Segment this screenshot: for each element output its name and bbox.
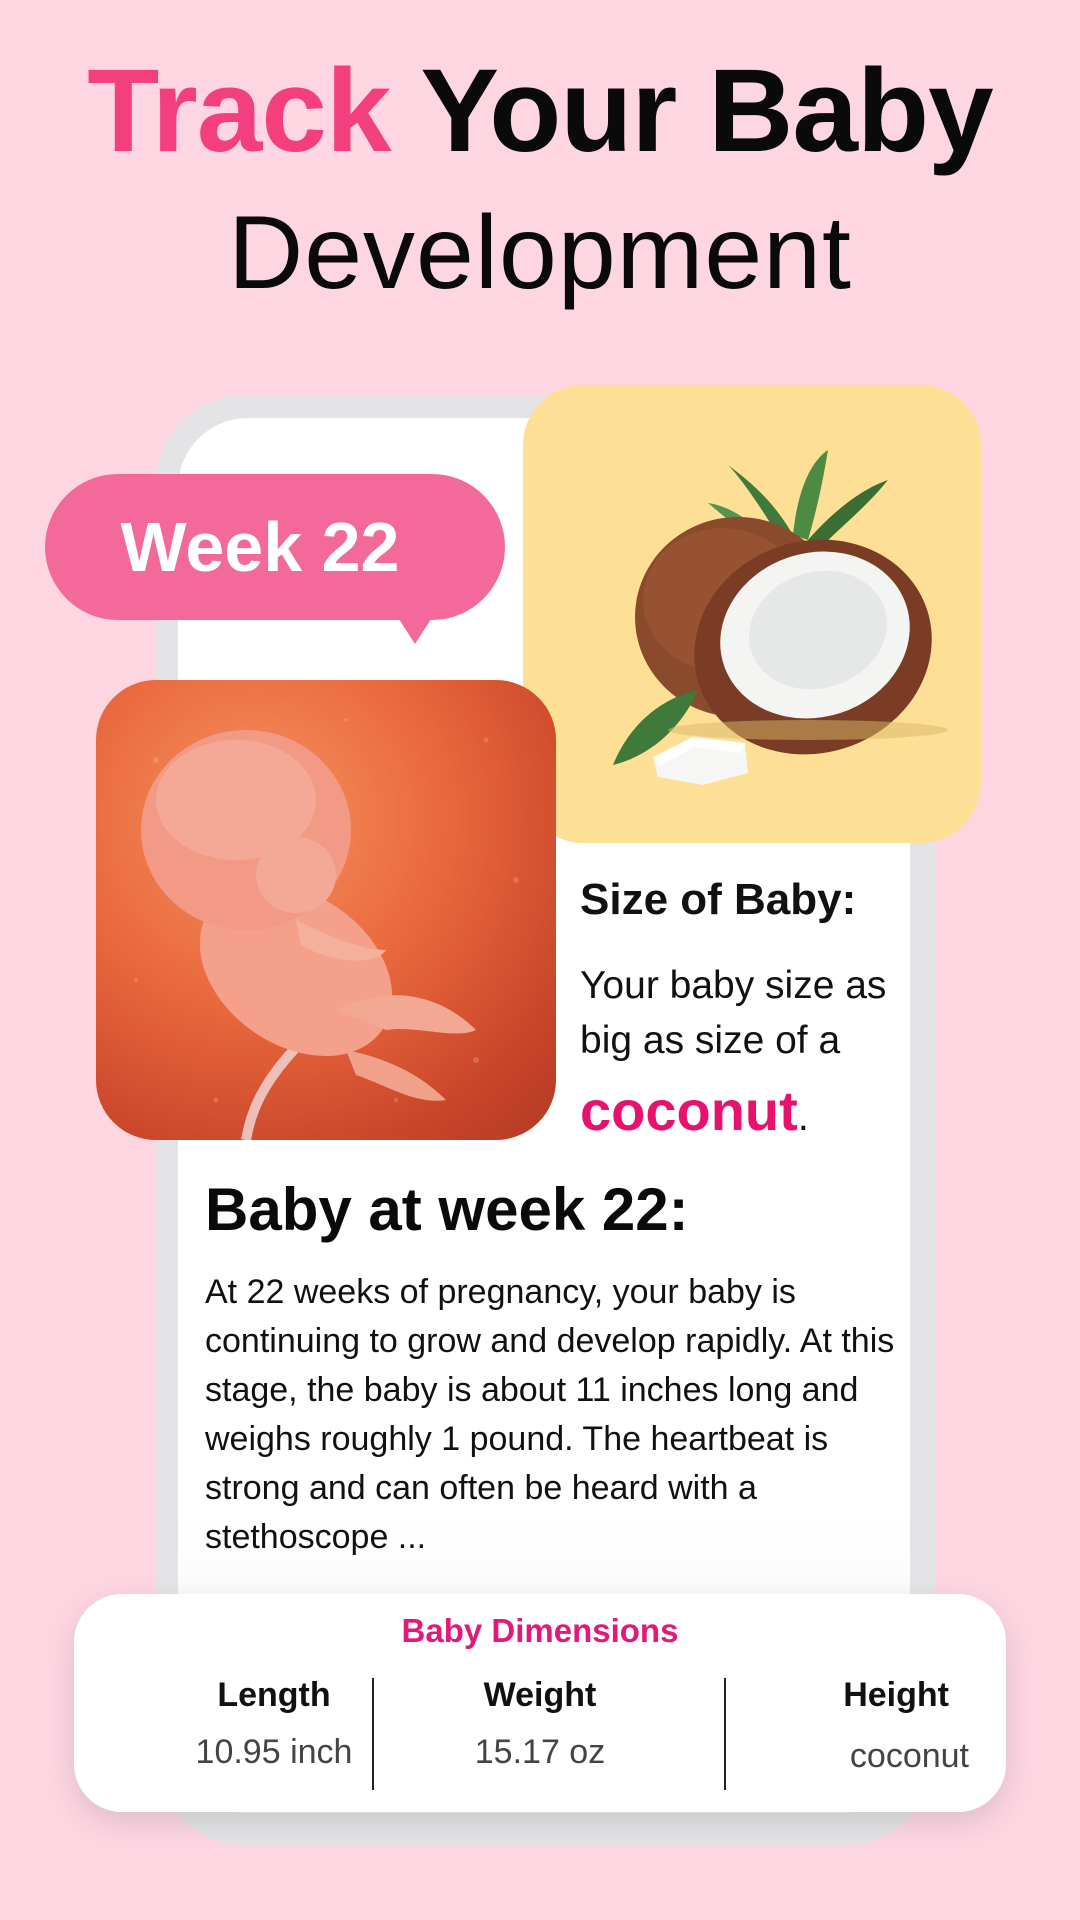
dimension-value: coconut [849,1737,969,1775]
headline: Track Your Baby Development [0,40,1080,317]
divider [372,1678,374,1790]
fetus-illustration-icon [134,718,519,1140]
dimension-label: Weight [483,1676,597,1714]
size-fruit-line: coconut. [580,1078,809,1143]
dimension-weight: Weight 15.17 oz [400,1676,680,1772]
size-fruit: coconut [580,1079,798,1142]
week-badge-tail [397,616,433,644]
divider [724,1678,726,1790]
dimension-label: Height [843,1676,949,1714]
headline-rest: Your Baby [420,45,993,177]
week-label: Week 22 [120,508,400,586]
headline-accent-word: Track [87,45,391,177]
article-body: At 22 weeks of pregnancy, your baby is c… [205,1273,895,1556]
baby-image [96,680,556,1140]
dimensions-card: Baby Dimensions Length 10.95 inch Weight… [74,1594,1006,1812]
dimensions-title: Baby Dimensions [401,1612,679,1649]
size-description: Your baby size as big as size of a [580,964,887,1062]
headline-line-1: Track Your Baby [0,40,1080,184]
week-badge: Week 22 [45,474,505,644]
article-title: Baby at week 22: [205,1176,689,1243]
dimension-value: 15.17 oz [474,1733,606,1771]
coconut-illustration-icon [613,450,948,785]
size-title: Size of Baby: [580,875,857,924]
headline-line-2: Development [228,194,852,311]
fruit-card [523,385,981,843]
size-fruit-suffix: . [797,1095,809,1139]
dimension-height: Height coconut [759,1676,969,1776]
